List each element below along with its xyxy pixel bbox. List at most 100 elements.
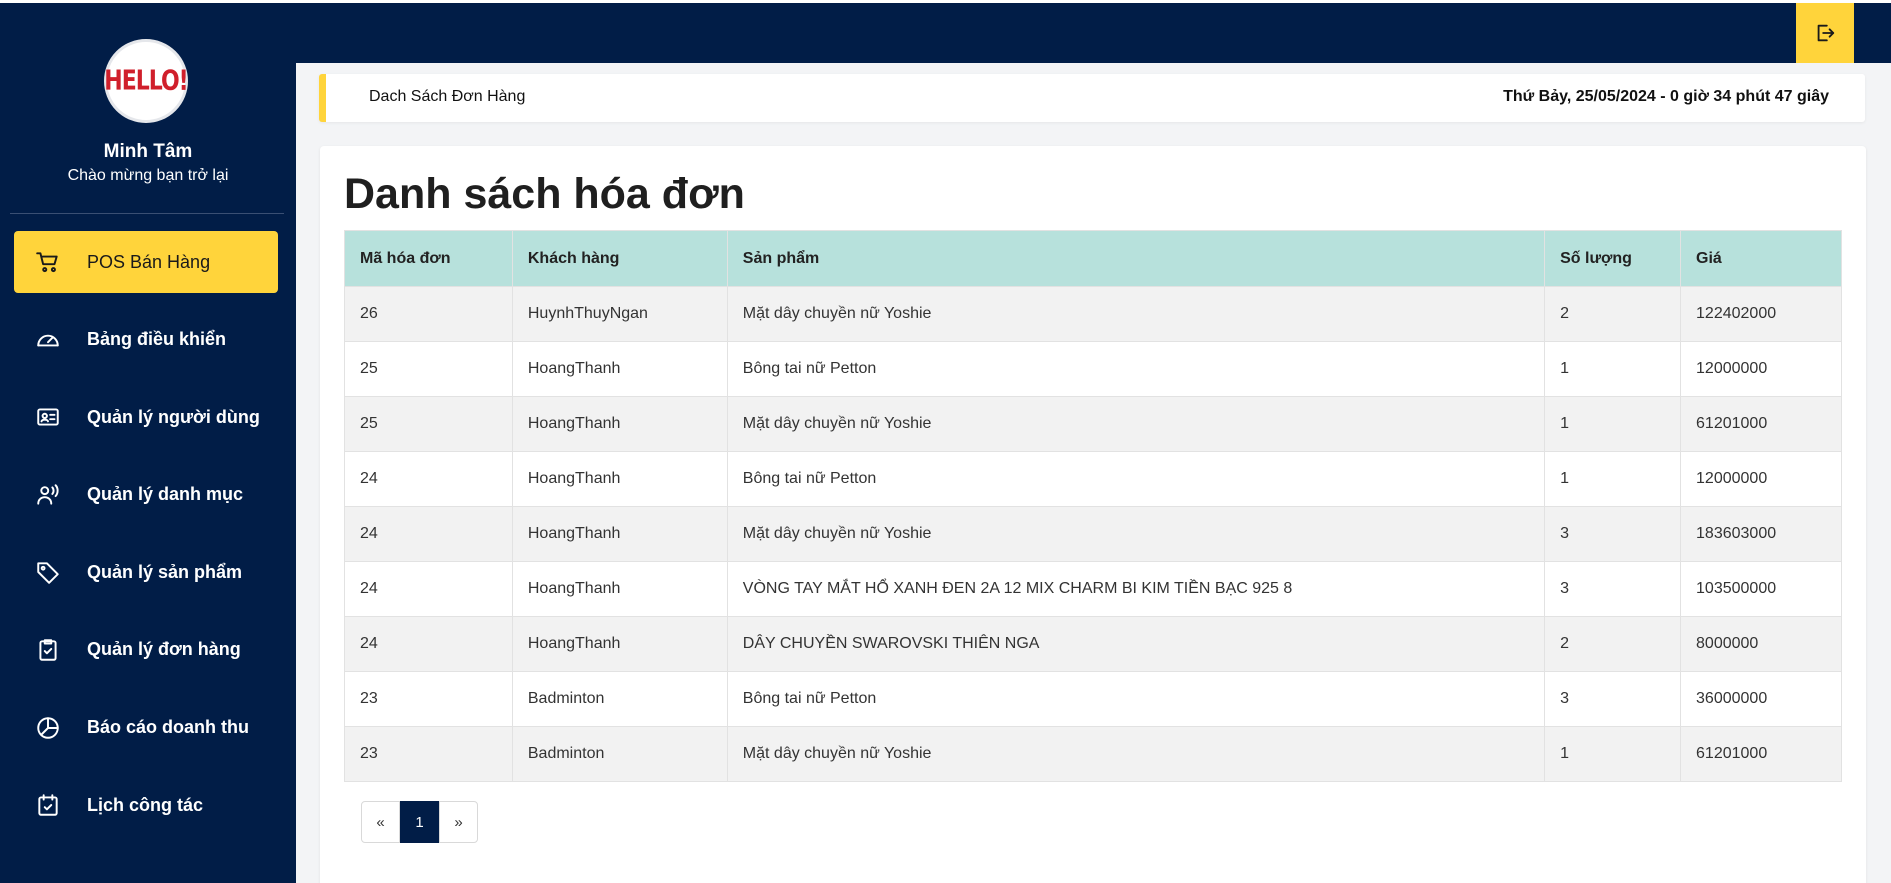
cell-id: 25 [344,341,513,397]
cell-customer: HoangThanh [511,561,728,617]
cell-id: 23 [344,671,513,727]
cell-customer: Badminton [511,726,728,782]
cell-product: Mặt dây chuyền nữ Yoshie [726,726,1546,782]
cell-quantity: 2 [1544,616,1682,672]
avatar[interactable]: HELLO! [104,39,189,123]
logout-icon [1817,24,1835,42]
sidebar-item-categories[interactable]: Quản lý danh mục [14,464,278,526]
cell-price: 61201000 [1680,396,1842,452]
sidebar-item-users[interactable]: Quản lý người dùng [14,386,278,448]
cell-quantity: 3 [1544,506,1682,562]
page-header: Dach Sách Đơn Hàng Thứ Bảy, 25/05/2024 -… [319,74,1865,122]
cell-product: VÒNG TAY MẮT HỔ XANH ĐEN 2A 12 MIX CHARM… [726,561,1546,617]
cell-id: 25 [344,396,513,452]
table-row[interactable]: 23 Badminton Mặt dây chuyền nữ Yoshie 1 … [344,726,1842,782]
sidebar-item-orders[interactable]: Quản lý đơn hàng [14,619,278,681]
current-datetime: Thứ Bảy, 25/05/2024 - 0 giờ 34 phút 47 g… [1503,88,1829,105]
cell-price: 12000000 [1680,451,1842,507]
pagination-prev-button[interactable]: « [361,801,400,843]
cell-quantity: 1 [1544,726,1682,782]
cell-product: Bông tai nữ Petton [726,451,1546,507]
sidebar-item-label: Quản lý người dùng [87,406,260,427]
user-name: Minh Tâm [103,141,193,162]
cell-price: 103500000 [1680,561,1842,617]
page-title: Danh sách hóa đơn [344,170,745,218]
sidebar-item-label: POS Bán Hàng [87,251,211,272]
pagination-next-button[interactable]: » [439,801,478,843]
sidebar-item-revenue[interactable]: Báo cáo doanh thu [14,697,278,759]
cell-id: 24 [344,616,513,672]
logo-text: HELLO! [104,65,188,97]
cell-customer: Badminton [511,671,728,727]
sidebar: HELLO! Minh Tâm Chào mừng bạn trở lại PO… [0,3,296,883]
column-header-price: Giá [1680,230,1842,287]
cell-product: Bông tai nữ Petton [726,341,1546,397]
cell-product: Mặt dây chuyền nữ Yoshie [726,506,1546,562]
cell-price: 36000000 [1680,671,1842,727]
cell-quantity: 1 [1544,396,1682,452]
gauge-icon [34,326,62,354]
cell-price: 122402000 [1680,286,1842,342]
column-header-customer: Khách hàng [511,230,728,287]
column-header-product: Sản phẩm [726,230,1546,287]
sidebar-item-dashboard[interactable]: Bảng điều khiển [14,309,278,371]
sidebar-menu: POS Bán Hàng Bảng điều khiển Quản lý ngư… [14,231,278,852]
sidebar-item-label: Lịch công tác [87,794,204,815]
sidebar-item-label: Bảng điều khiển [87,329,227,350]
cell-product: Mặt dây chuyền nữ Yoshie [726,286,1546,342]
cell-id: 24 [344,451,513,507]
sidebar-divider [10,213,284,214]
pie-chart-icon [34,714,62,742]
cell-price: 8000000 [1680,616,1842,672]
cell-quantity: 3 [1544,671,1682,727]
welcome-text: Chào mừng bạn trở lại [67,167,229,184]
sidebar-item-label: Báo cáo doanh thu [87,717,249,738]
sidebar-item-schedule[interactable]: Lịch công tác [14,774,278,836]
table-row[interactable]: 23 Badminton Bông tai nữ Petton 3 360000… [344,671,1842,727]
id-card-icon [34,403,62,431]
table-row[interactable]: 24 HoangThanh VÒNG TAY MẮT HỔ XANH ĐEN 2… [344,561,1842,617]
cell-product: Bông tai nữ Petton [726,671,1546,727]
table-row[interactable]: 24 HoangThanh Mặt dây chuyền nữ Yoshie 3… [344,506,1842,562]
cell-price: 61201000 [1680,726,1842,782]
pagination-page-1[interactable]: 1 [400,801,439,843]
table-row[interactable]: 25 HoangThanh Bông tai nữ Petton 1 12000… [344,341,1842,397]
logout-button[interactable] [1796,3,1854,63]
cell-customer: HoangThanh [511,451,728,507]
table-row[interactable]: 26 HuynhThuyNgan Mặt dây chuyền nữ Yoshi… [344,286,1842,342]
pagination: « 1 » [361,801,478,843]
cell-quantity: 2 [1544,286,1682,342]
cell-customer: HoangThanh [511,506,728,562]
cell-customer: HoangThanh [511,341,728,397]
sidebar-item-label: Quản lý danh mục [87,484,244,505]
breadcrumb-title: Dach Sách Đơn Hàng [369,88,526,105]
calendar-check-icon [34,791,62,819]
sidebar-item-pos[interactable]: POS Bán Hàng [14,231,278,293]
cell-quantity: 1 [1544,451,1682,507]
cell-customer: HoangThanh [511,616,728,672]
sidebar-item-products[interactable]: Quản lý sản phẩm [14,541,278,603]
column-header-id: Mã hóa đơn [344,230,513,287]
cell-customer: HuynhThuyNgan [511,286,728,342]
cell-id: 23 [344,726,513,782]
cell-product: Mặt dây chuyền nữ Yoshie [726,396,1546,452]
tag-icon [34,558,62,586]
clipboard-check-icon [34,636,62,664]
cell-price: 183603000 [1680,506,1842,562]
table-row[interactable]: 25 HoangThanh Mặt dây chuyền nữ Yoshie 1… [344,396,1842,452]
table-row[interactable]: 24 HoangThanh Bông tai nữ Petton 1 12000… [344,451,1842,507]
cell-id: 26 [344,286,513,342]
sidebar-item-label: Quản lý đơn hàng [87,639,241,660]
user-voice-icon [34,481,62,509]
cart-icon [34,248,62,276]
cell-quantity: 3 [1544,561,1682,617]
sidebar-item-label: Quản lý sản phẩm [87,561,243,582]
invoice-card: Danh sách hóa đơn Mã hóa đơn Khách hàng … [320,146,1866,883]
cell-product: DÂY CHUYỀN SWAROVSKI THIÊN NGA [726,616,1546,672]
table-header-row: Mã hóa đơn Khách hàng Sản phẩm Số lượng … [344,230,1842,287]
column-header-quantity: Số lượng [1544,230,1682,287]
cell-quantity: 1 [1544,341,1682,397]
invoice-table: Mã hóa đơn Khách hàng Sản phẩm Số lượng … [344,230,1842,782]
table-row[interactable]: 24 HoangThanh DÂY CHUYỀN SWAROVSKI THIÊN… [344,616,1842,672]
cell-id: 24 [344,506,513,562]
